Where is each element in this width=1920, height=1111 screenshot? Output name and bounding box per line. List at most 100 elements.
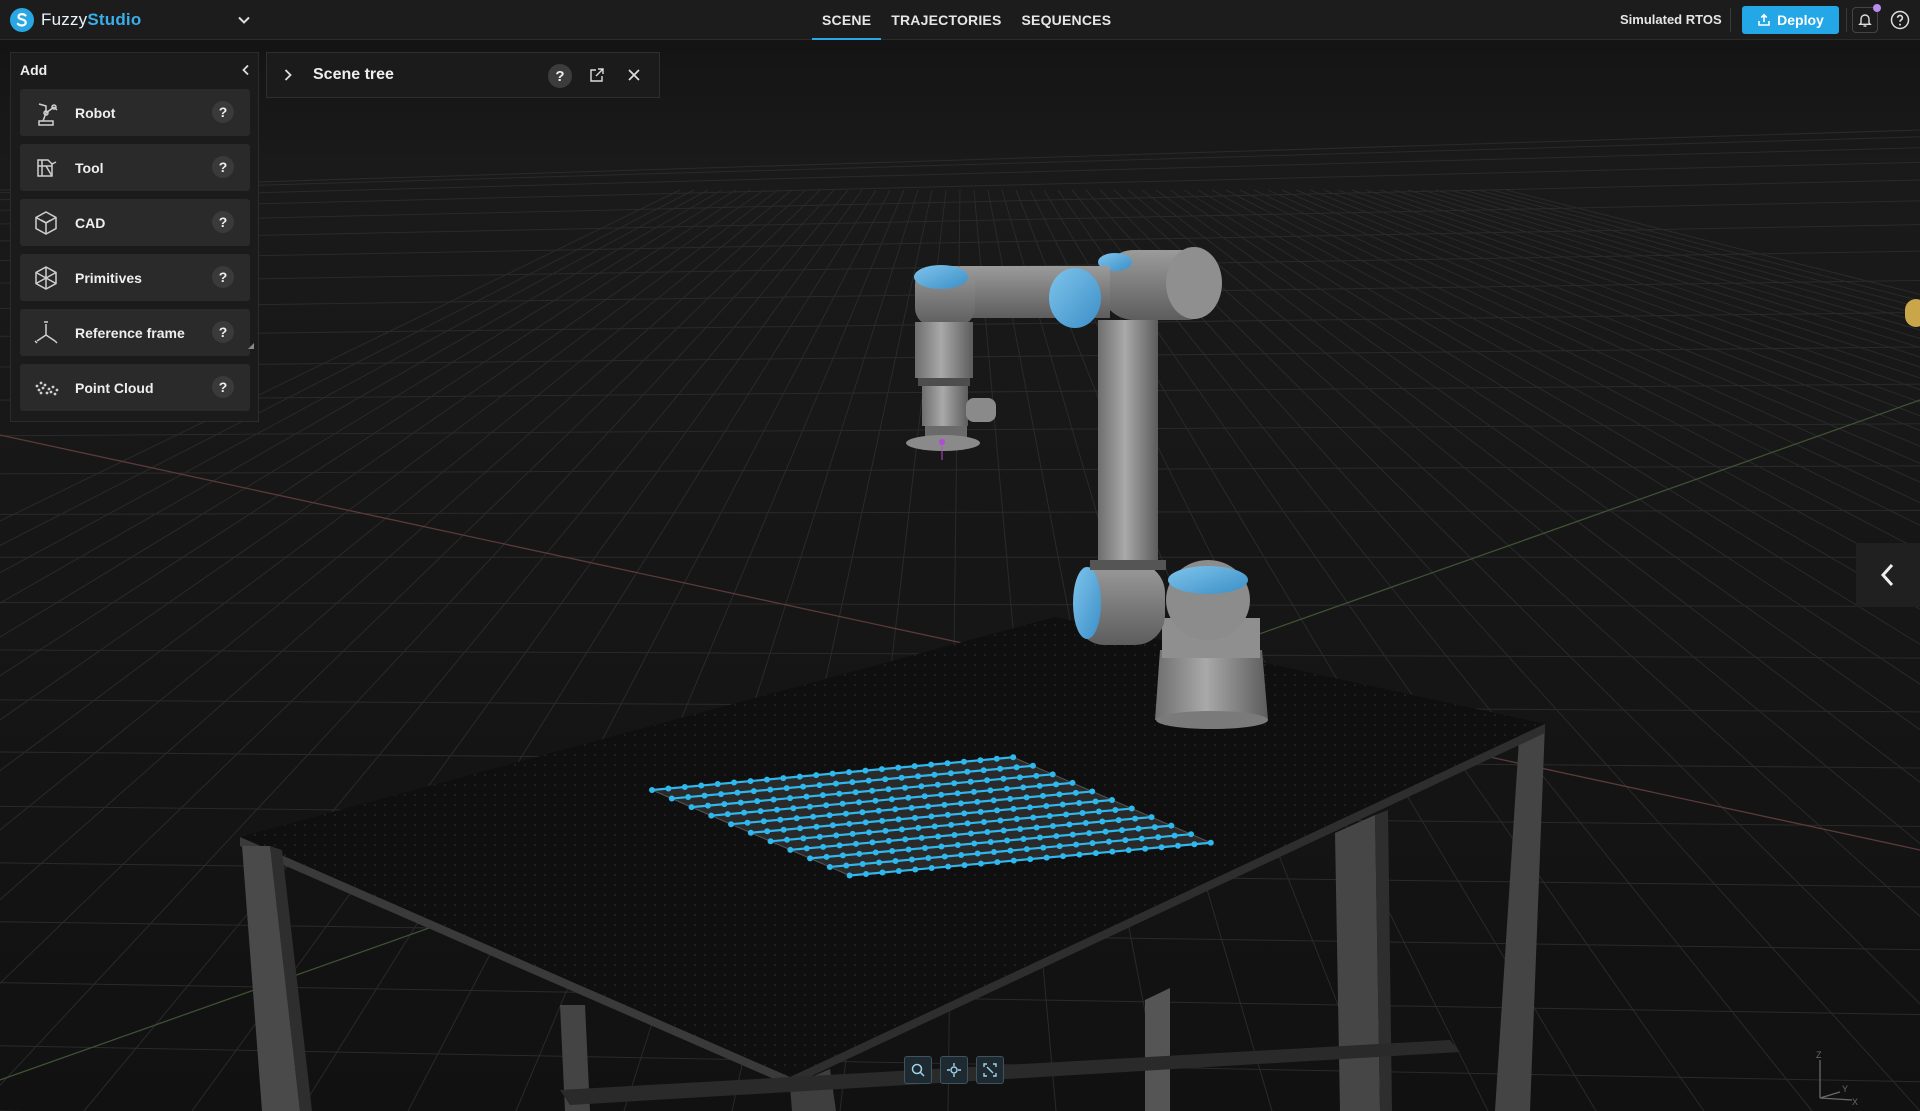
point-cloud-point: [1030, 814, 1037, 821]
point-cloud-point: [846, 769, 853, 776]
zoom-tool-button[interactable]: [904, 1056, 932, 1084]
point-cloud-point: [915, 824, 922, 831]
tab-sequences[interactable]: SEQUENCES: [1012, 0, 1122, 40]
point-cloud-point: [885, 837, 892, 844]
point-cloud-point: [912, 866, 919, 873]
point-cloud-point: [852, 840, 859, 847]
point-cloud-point: [961, 862, 968, 869]
close-scene-tree-button[interactable]: [624, 65, 644, 85]
deploy-button[interactable]: Deploy: [1742, 6, 1839, 34]
fit-view-tool-button[interactable]: [976, 1056, 1004, 1084]
point-cloud-point: [800, 835, 807, 842]
point-cloud-point: [1095, 808, 1102, 815]
point-cloud-point: [1174, 842, 1181, 849]
point-cloud-point: [954, 841, 961, 848]
viewport-toolbar: [904, 1056, 1004, 1086]
scene-canvas[interactable]: [0, 40, 1920, 1111]
tab-trajectories[interactable]: TRAJECTORIES: [881, 0, 1011, 40]
point-cloud-point: [813, 772, 820, 779]
point-cloud-point: [744, 819, 751, 826]
point-cloud-point: [665, 785, 672, 792]
point-cloud-point: [977, 860, 984, 867]
point-cloud-point: [869, 839, 876, 846]
point-cloud-point: [898, 774, 905, 781]
robot-help-button[interactable]: ?: [212, 101, 234, 123]
point-cloud-point: [777, 816, 784, 823]
point-cloud-point: [984, 777, 991, 784]
point-cloud-point: [747, 778, 754, 785]
add-primitives-button[interactable]: Primitives ?: [20, 254, 250, 301]
scene-tree-panel: Scene tree ?: [266, 52, 660, 98]
point-cloud-point: [819, 792, 826, 799]
chevron-right-icon: [284, 69, 292, 81]
add-tool-button[interactable]: Tool ?: [20, 144, 250, 191]
point-cloud-point: [724, 811, 731, 818]
notification-badge: [1873, 4, 1881, 12]
expand-scene-tree-button[interactable]: [279, 66, 297, 84]
collapse-add-panel-button[interactable]: [238, 61, 254, 79]
point-cloud-point: [1158, 844, 1165, 851]
fit-view-icon: [983, 1063, 997, 1077]
point-cloud-point: [1171, 832, 1178, 839]
point-cloud-point: [1073, 841, 1080, 848]
point-cloud-point: [938, 843, 945, 850]
point-cloud-point: [1105, 838, 1112, 845]
point-cloud-point: [1066, 821, 1073, 828]
add-reference-frame-button[interactable]: Reference frame ?: [20, 309, 250, 356]
point-cloud-point: [807, 855, 814, 862]
point-cloud-point: [954, 790, 961, 797]
point-cloud-point: [704, 802, 711, 809]
add-panel: Add Robot ? Tool ? CAD ? Primitives ? Re…: [10, 52, 259, 422]
point-cloud-point: [820, 843, 827, 850]
tool-help-button[interactable]: ?: [212, 156, 234, 178]
point-cloud-point: [882, 827, 889, 834]
point-cloud-point: [800, 783, 807, 790]
app-menu-button[interactable]: [232, 8, 256, 32]
app-logo[interactable]: FuzzyStudio: [10, 8, 141, 32]
point-cloud-point: [902, 836, 909, 843]
point-cloud-point: [1043, 802, 1050, 809]
primitives-help-button[interactable]: ?: [212, 266, 234, 288]
chevron-left-icon: [242, 64, 249, 76]
reference-frame-help-button[interactable]: ?: [212, 321, 234, 343]
point-cloud-point: [1010, 805, 1017, 812]
cad-help-button[interactable]: ?: [212, 211, 234, 233]
point-cloud-help-button[interactable]: ?: [212, 376, 234, 398]
point-cloud-point: [931, 771, 938, 778]
point-cloud-point: [947, 770, 954, 777]
help-button[interactable]: [1889, 9, 1911, 31]
edge-handle[interactable]: [1905, 299, 1920, 327]
tab-scene[interactable]: SCENE: [812, 0, 882, 40]
chevron-left-icon: [1880, 563, 1894, 587]
point-cloud-point: [823, 802, 830, 809]
point-cloud-point: [1000, 827, 1007, 834]
point-cloud-point: [816, 782, 823, 789]
point-cloud-point: [846, 872, 853, 879]
point-cloud-point: [957, 800, 964, 807]
open-right-panel-button[interactable]: [1856, 543, 1920, 607]
point-cloud-point: [971, 840, 978, 847]
notifications-button[interactable]: [1852, 4, 1881, 33]
add-cad-button[interactable]: CAD ?: [20, 199, 250, 246]
popout-scene-tree-button[interactable]: [587, 65, 607, 85]
point-cloud-point: [856, 799, 863, 806]
scene-tree-help-button[interactable]: ?: [548, 64, 572, 88]
topbar-divider: [1730, 8, 1731, 32]
add-panel-title: Add: [20, 62, 48, 78]
add-point-cloud-button[interactable]: Point Cloud ?: [20, 364, 250, 411]
point-cloud-point: [980, 818, 987, 825]
panel-resize-handle[interactable]: [248, 343, 254, 349]
point-cloud-point: [885, 786, 892, 793]
focus-tool-button[interactable]: [940, 1056, 968, 1084]
point-cloud-point: [863, 871, 870, 878]
point-cloud-point: [793, 815, 800, 822]
point-cloud-point: [780, 826, 787, 833]
point-cloud-point: [876, 859, 883, 866]
point-cloud-point: [1063, 811, 1070, 818]
add-robot-button[interactable]: Robot ?: [20, 89, 250, 136]
point-cloud-point: [967, 778, 974, 785]
point-cloud-point: [895, 816, 902, 823]
robot-arm-icon: [32, 99, 60, 127]
3d-viewport[interactable]: Z Y X: [0, 40, 1920, 1111]
point-cloud-point: [1060, 853, 1067, 860]
